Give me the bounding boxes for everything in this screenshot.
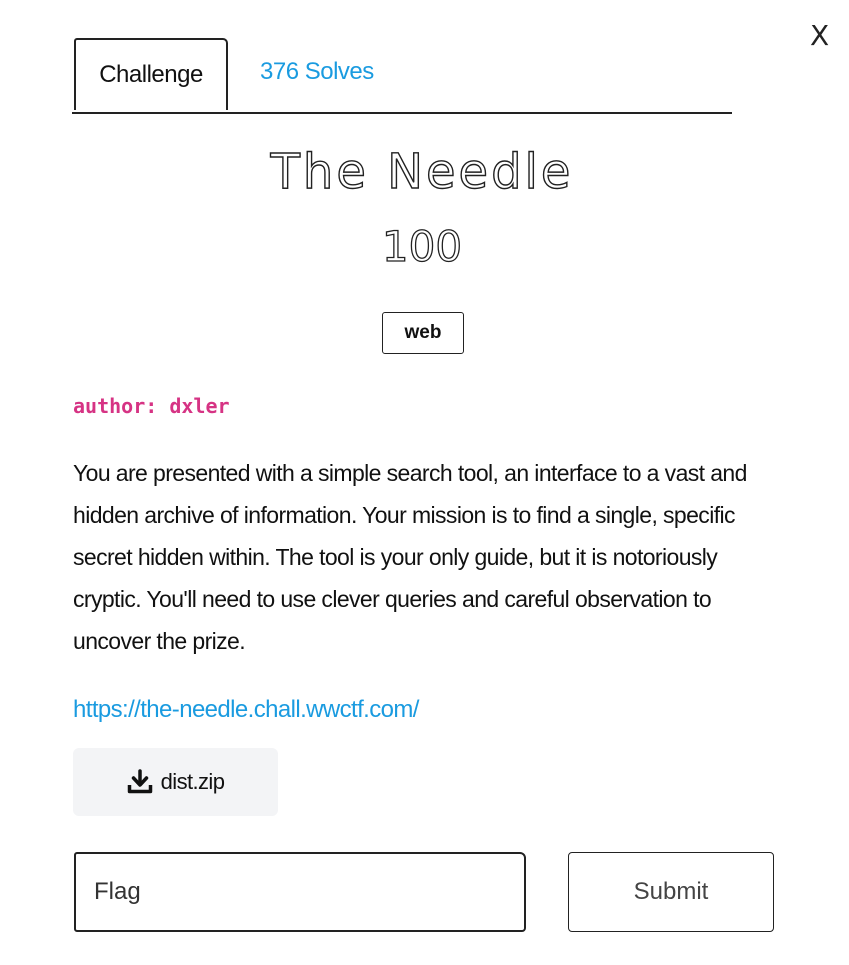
tab-solves[interactable]: 376 Solves: [260, 58, 374, 86]
challenge-points: 100: [381, 221, 463, 271]
close-button[interactable]: X: [810, 22, 829, 50]
challenge-title: The Needle: [270, 143, 574, 200]
challenge-tabs: Challenge 376 Solves: [72, 38, 732, 114]
challenge-url-link[interactable]: https://the-needle.chall.wwctf.com/: [73, 696, 419, 724]
download-icon: [127, 769, 153, 795]
flag-input[interactable]: [74, 852, 526, 932]
author-line: author: dxler: [73, 394, 230, 418]
submit-button[interactable]: Submit: [568, 852, 774, 932]
category-tag: web: [382, 312, 464, 354]
tab-challenge[interactable]: Challenge: [74, 38, 228, 110]
attachment-filename: dist.zip: [160, 769, 225, 794]
challenge-description: You are presented with a simple search t…: [73, 460, 747, 654]
download-attachment-button[interactable]: dist.zip: [73, 748, 278, 816]
